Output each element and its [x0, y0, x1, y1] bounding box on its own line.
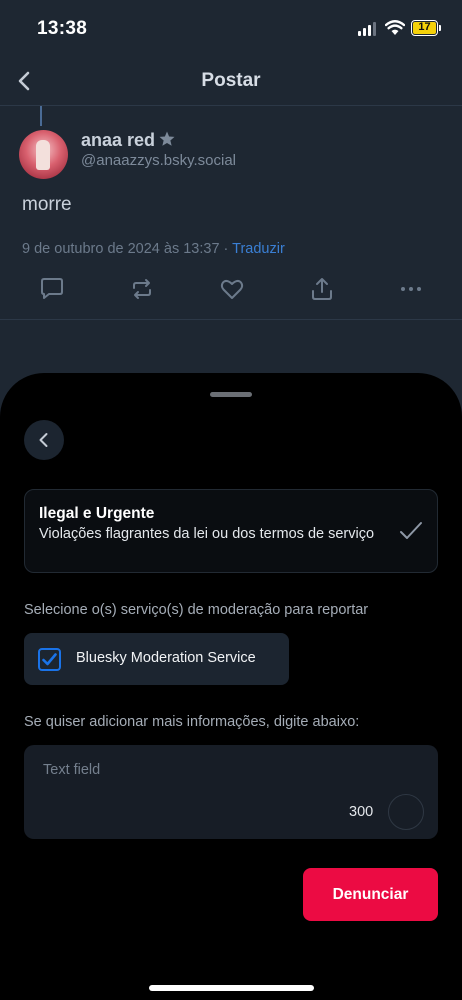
page-title: Postar: [201, 70, 261, 91]
star-icon: [159, 131, 175, 146]
reason-description: Violações flagrantes da lei ou dos termo…: [39, 526, 375, 542]
post-timestamp: 9 de outubro de 2024 às 13:37: [22, 241, 220, 257]
meta-separator: ·: [219, 241, 233, 257]
post-actions: [0, 276, 462, 304]
reply-icon[interactable]: [39, 276, 65, 302]
signal-icon: [358, 22, 376, 36]
battery-level: 17: [413, 22, 436, 34]
post-divider: [0, 319, 462, 320]
moderation-service-option[interactable]: Bluesky Moderation Service: [24, 633, 289, 685]
post-text: morre: [22, 194, 72, 215]
report-reason-option[interactable]: Ilegal e Urgente Violações flagrantes da…: [24, 489, 438, 573]
author-display-name[interactable]: anaa red: [81, 130, 155, 151]
checkbox-check-icon: [42, 653, 57, 666]
status-bar: 13:38 17: [0, 0, 462, 58]
chevron-left-icon: [39, 433, 48, 447]
repost-icon[interactable]: [129, 276, 155, 302]
service-label: Bluesky Moderation Service: [76, 650, 256, 666]
checkmark-icon: [400, 522, 422, 539]
wifi-icon: [385, 20, 405, 35]
char-count: 300: [349, 804, 374, 820]
status-time: 13:38: [37, 18, 88, 39]
avatar-figure: [36, 140, 50, 170]
battery-icon: 17: [411, 20, 438, 36]
translate-link[interactable]: Traduzir: [232, 241, 285, 257]
thread-connector-line: [40, 106, 42, 126]
battery-tip: [439, 25, 441, 31]
more-icon[interactable]: [398, 276, 424, 302]
submit-report-button[interactable]: Denunciar: [303, 868, 438, 921]
author-handle[interactable]: @anaazzys.bsky.social: [81, 152, 236, 169]
post-meta: 9 de outubro de 2024 às 13:37 · Traduzir: [22, 241, 285, 257]
char-progress-ring: [388, 794, 424, 830]
avatar[interactable]: [19, 130, 68, 179]
sheet-grabber[interactable]: [210, 392, 252, 397]
textfield-placeholder: Text field: [43, 762, 101, 778]
details-label: Se quiser adicionar mais informações, di…: [24, 714, 360, 730]
moderation-services-label: Selecione o(s) serviço(s) de moderação p…: [24, 602, 369, 618]
reason-title: Ilegal e Urgente: [39, 505, 155, 522]
like-icon[interactable]: [219, 276, 245, 302]
service-checkbox[interactable]: [38, 648, 61, 671]
home-indicator: [149, 985, 314, 991]
top-nav-bar: Postar: [0, 58, 462, 106]
sheet-back-button[interactable]: [24, 420, 64, 460]
details-textfield[interactable]: Text field 300: [24, 745, 438, 839]
share-icon[interactable]: [309, 276, 335, 302]
report-sheet: Ilegal e Urgente Violações flagrantes da…: [0, 373, 462, 1000]
